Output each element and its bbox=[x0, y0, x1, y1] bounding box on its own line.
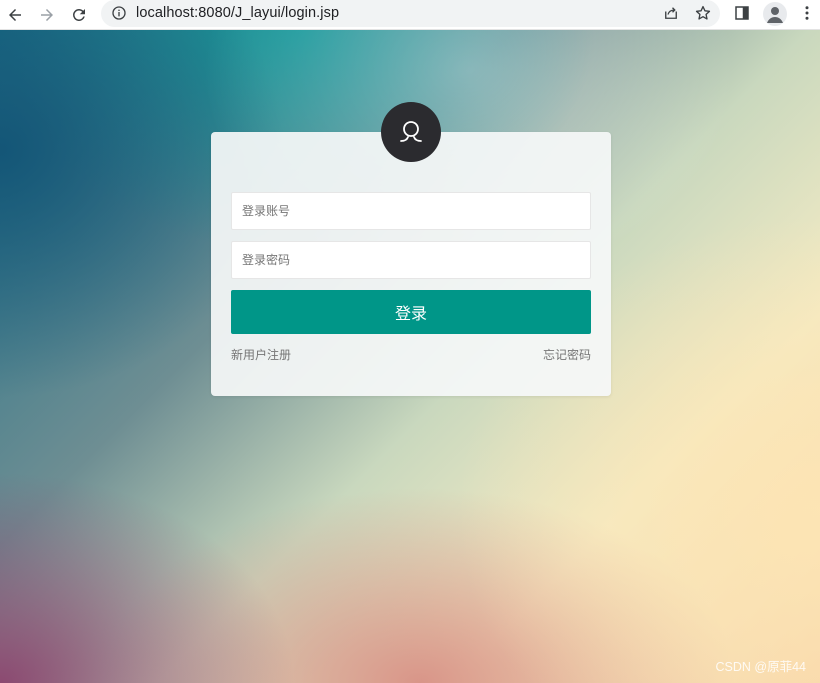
kebab-menu-icon[interactable] bbox=[798, 4, 816, 22]
login-page: 登录 新用户注册 忘记密码 CSDN @原菲44 bbox=[0, 30, 820, 683]
forward-arrow-icon[interactable] bbox=[35, 3, 59, 27]
reload-icon[interactable] bbox=[67, 3, 91, 27]
info-icon[interactable] bbox=[111, 5, 127, 21]
profile-icon[interactable] bbox=[763, 2, 787, 26]
username-input[interactable] bbox=[231, 192, 591, 230]
watermark: CSDN @原菲44 bbox=[715, 660, 807, 674]
share-icon[interactable] bbox=[662, 4, 680, 22]
back-arrow-icon[interactable] bbox=[3, 3, 27, 27]
star-icon[interactable] bbox=[694, 4, 712, 22]
register-link[interactable]: 新用户注册 bbox=[231, 346, 291, 363]
side-panel-icon[interactable] bbox=[733, 4, 751, 22]
browser-toolbar: localhost:8080/J_layui/login.jsp bbox=[0, 0, 820, 30]
address-bar[interactable]: localhost:8080/J_layui/login.jsp bbox=[101, 0, 720, 27]
url-text[interactable]: localhost:8080/J_layui/login.jsp bbox=[136, 5, 339, 21]
user-avatar-icon bbox=[381, 102, 441, 162]
forgot-password-link[interactable]: 忘记密码 bbox=[543, 346, 591, 363]
login-button[interactable]: 登录 bbox=[231, 290, 591, 334]
password-input[interactable] bbox=[231, 241, 591, 279]
